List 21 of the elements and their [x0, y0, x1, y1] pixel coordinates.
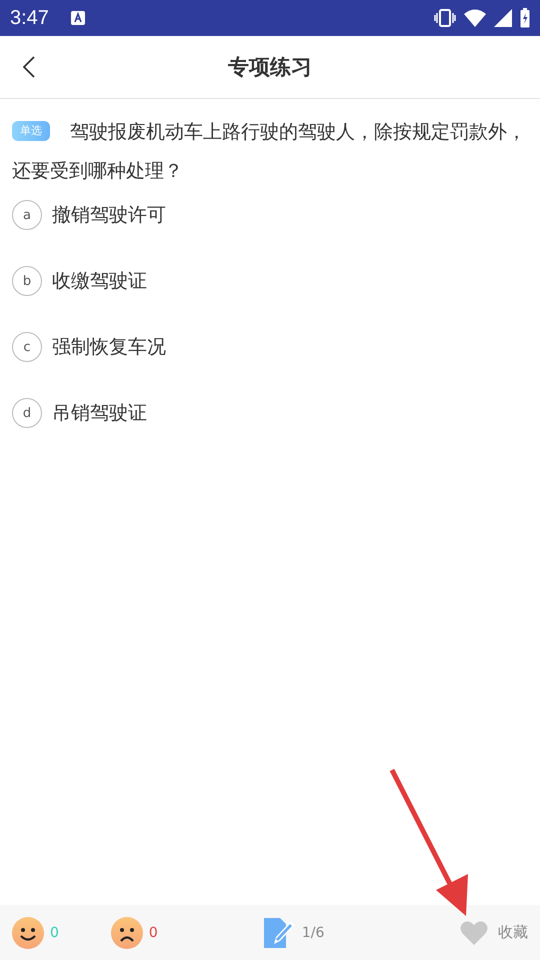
question-type-tag: 单选	[12, 121, 50, 141]
answer-option[interactable]: c 强制恢复车况	[12, 331, 528, 363]
sad-face-icon	[110, 916, 143, 948]
battery-icon	[520, 8, 530, 28]
page-title: 专项练习	[227, 54, 313, 81]
answer-option[interactable]: b 收缴驾驶证	[12, 265, 528, 297]
heart-icon	[460, 920, 488, 946]
question-text: 单选 驾驶报废机动车上路行驶的驾驶人，除按规定罚款外，还要受到哪种处理？	[12, 120, 527, 184]
answer-option[interactable]: a 撤销驾驶许可	[12, 199, 528, 231]
smiley-face-icon	[12, 916, 44, 948]
vibrate-icon	[434, 9, 456, 27]
progress-count: 1/6	[302, 924, 324, 940]
status-time: 3:47	[10, 6, 49, 30]
correct-count: 0	[50, 924, 59, 940]
wifi-icon	[464, 9, 486, 27]
edit-sheet-icon	[264, 918, 296, 948]
back-chevron-icon	[23, 56, 35, 78]
signal-icon	[494, 9, 512, 27]
wrong-count: 0	[148, 924, 158, 940]
answer-option[interactable]: d 吊销驾驶证	[12, 397, 528, 429]
keyboard-icon	[70, 11, 85, 25]
